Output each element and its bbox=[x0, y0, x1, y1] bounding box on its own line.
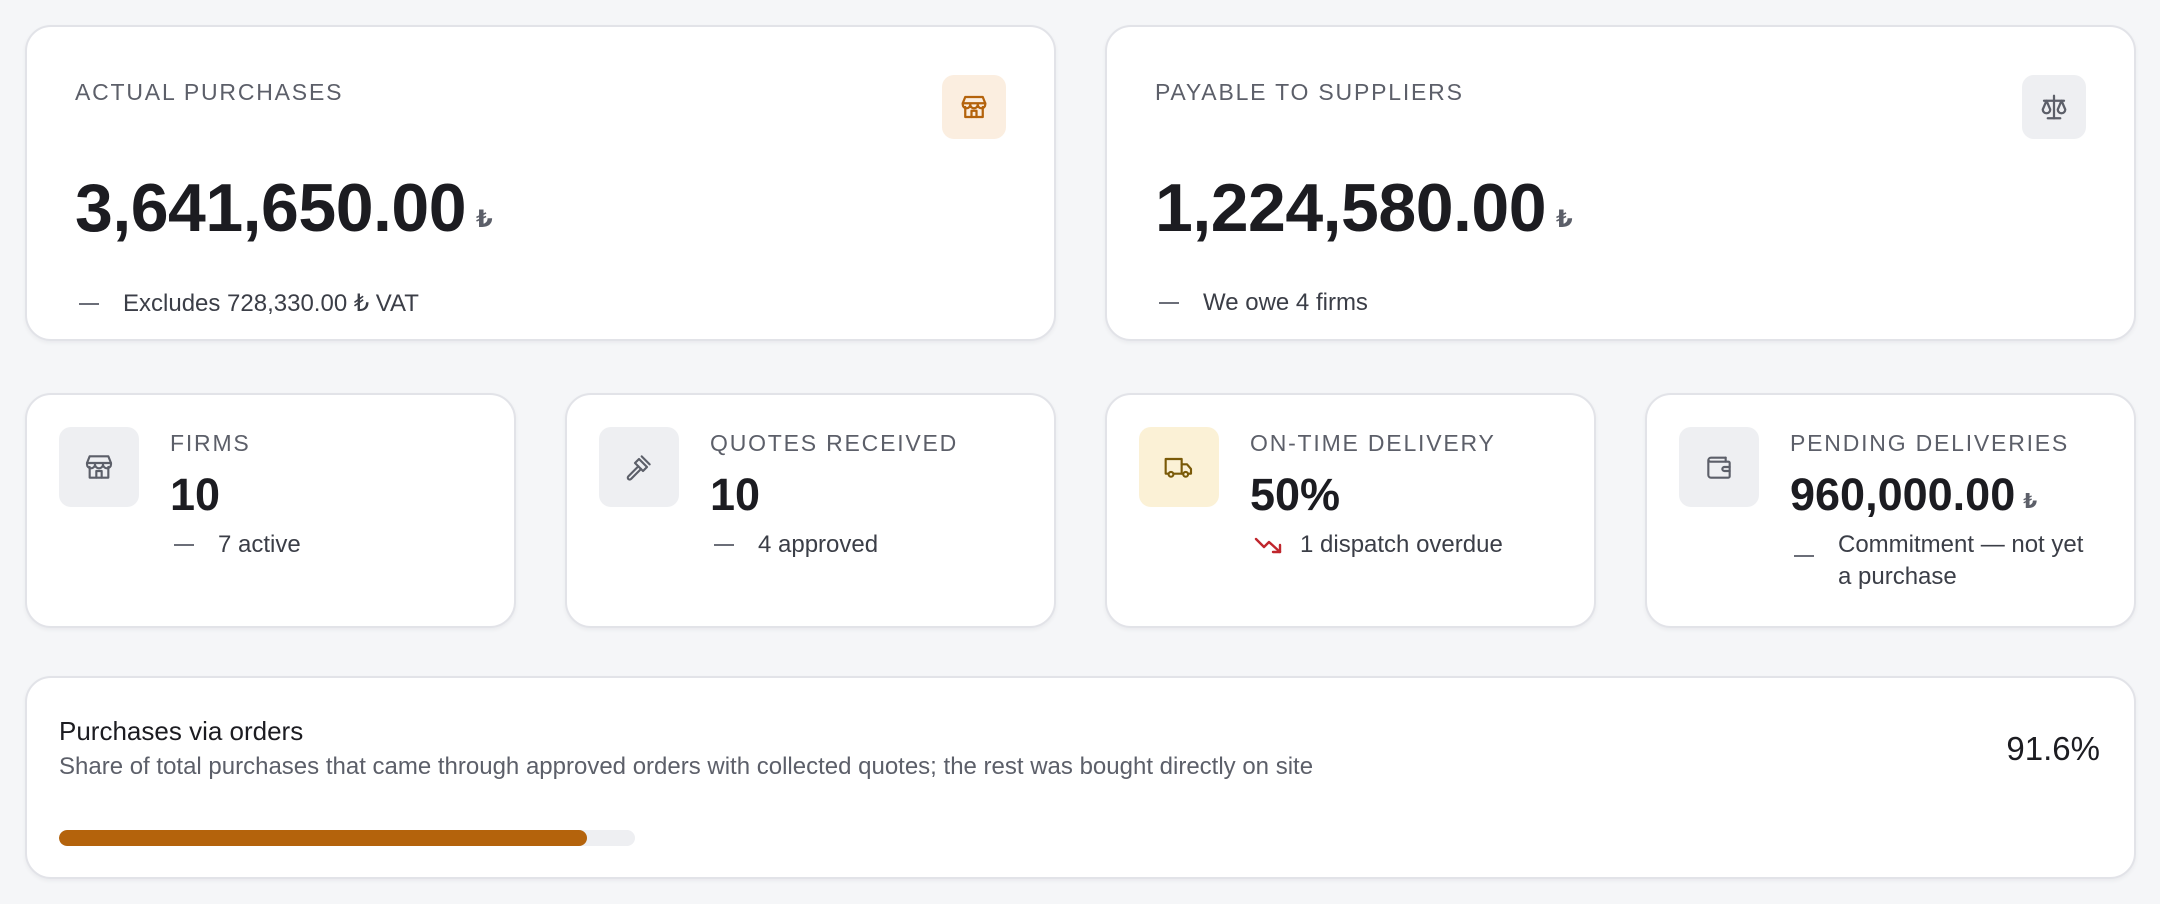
firms-subtext: 7 active bbox=[174, 531, 301, 559]
orders-share-percent: 91.6% bbox=[2006, 730, 2100, 767]
dash-icon bbox=[79, 302, 99, 305]
orders-share-description: Share of total purchases that came throu… bbox=[59, 753, 1314, 780]
actual-purchases-card: ACTUAL PURCHASES 3,641,650.00 ₺ Excludes … bbox=[25, 25, 1056, 341]
dash-icon bbox=[174, 544, 194, 546]
gavel-icon bbox=[599, 427, 679, 507]
quotes-value: 10 bbox=[710, 469, 761, 520]
firms-owed-note: We owe 4 firms bbox=[1203, 289, 1368, 316]
payable-amount: 1,224,580.00 bbox=[1155, 170, 1547, 246]
trending-down-icon bbox=[1254, 537, 1282, 554]
actual-purchases-amount: 3,641,650.00 bbox=[75, 170, 467, 246]
currency-symbol: ₺ bbox=[2023, 491, 2038, 513]
pending-label: PENDING DELIVERIES bbox=[1790, 430, 2070, 456]
store-icon bbox=[942, 75, 1006, 139]
wallet-icon bbox=[1679, 427, 1759, 507]
on-time-label: ON-TIME DELIVERY bbox=[1250, 430, 1496, 456]
orders-share-title: Purchases via orders bbox=[59, 716, 304, 746]
pending-amount: 960,000.00 bbox=[1790, 469, 2016, 520]
pending-value: 960,000.00 ₺ bbox=[1790, 469, 2037, 521]
vat-note: Excludes 728,330.00 ₺ VAT bbox=[123, 290, 419, 317]
orders-share-progress-track bbox=[59, 830, 635, 846]
currency-symbol: ₺ bbox=[476, 206, 493, 233]
overdue-dispatch-note: 1 dispatch overdue bbox=[1300, 531, 1503, 558]
actual-purchases-label: ACTUAL PURCHASES bbox=[75, 79, 344, 105]
actual-purchases-subtext: Excludes 728,330.00 ₺ VAT bbox=[79, 289, 419, 318]
orders-share-progress-fill bbox=[59, 830, 587, 846]
dash-icon bbox=[1159, 302, 1179, 304]
currency-symbol: ₺ bbox=[1556, 206, 1573, 233]
payable-subtext: We owe 4 firms bbox=[1159, 289, 1368, 317]
firms-value: 10 bbox=[170, 469, 221, 520]
dash-icon bbox=[1794, 555, 1814, 557]
dash-icon bbox=[714, 544, 734, 546]
commitment-note: Commitment — not yet a purchase bbox=[1838, 531, 2084, 590]
pending-deliveries-card: PENDING DELIVERIES 960,000.00 ₺ Commitmen… bbox=[1645, 393, 2136, 628]
on-time-value: 50% bbox=[1250, 469, 1341, 520]
quotes-card: QUOTES RECEIVED 10 4 approved bbox=[565, 393, 1056, 628]
on-time-subtext: 1 dispatch overdue bbox=[1254, 531, 1503, 559]
firms-card: FIRMS 10 7 active bbox=[25, 393, 516, 628]
actual-purchases-value: 3,641,650.00 ₺ bbox=[75, 169, 493, 247]
store-icon bbox=[59, 427, 139, 507]
on-time-delivery-card: ON-TIME DELIVERY 50% 1 dispatch overdue bbox=[1105, 393, 1596, 628]
pending-subtext: Commitment — not yet a purchase bbox=[1794, 529, 2094, 593]
purchases-via-orders-card: Purchases via orders Share of total purc… bbox=[25, 676, 2136, 879]
approved-quotes-note: 4 approved bbox=[758, 531, 879, 558]
truck-icon bbox=[1139, 427, 1219, 507]
payable-card: PAYABLE TO SUPPLIERS 1,224,580.00 ₺ We ow… bbox=[1105, 25, 2136, 341]
payable-value: 1,224,580.00 ₺ bbox=[1155, 169, 1573, 247]
payable-label: PAYABLE TO SUPPLIERS bbox=[1155, 79, 1464, 105]
quotes-subtext: 4 approved bbox=[714, 531, 878, 559]
quotes-label: QUOTES RECEIVED bbox=[710, 430, 959, 456]
scale-icon bbox=[2022, 75, 2086, 139]
firms-label: FIRMS bbox=[170, 430, 251, 456]
active-firms-note: 7 active bbox=[218, 531, 301, 558]
